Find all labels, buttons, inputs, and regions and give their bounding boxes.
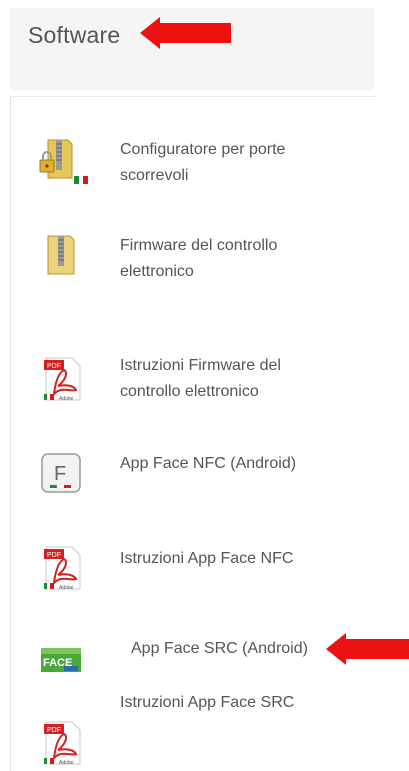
svg-text:PDF: PDF <box>47 363 61 370</box>
face-app-icon: F <box>41 453 81 493</box>
zip-folder-icon <box>47 235 75 275</box>
item-label: Istruzioni App Face NFC <box>120 550 294 567</box>
svg-text:PDF: PDF <box>47 552 61 559</box>
svg-text:Adobe: Adobe <box>59 585 74 591</box>
software-header: Software <box>10 8 374 90</box>
item-label: App Face NFC (Android) <box>120 455 297 472</box>
item-label: controllo elettronico <box>120 383 259 400</box>
locked-folder-icon <box>39 139 73 179</box>
svg-text:F: F <box>54 463 66 485</box>
item-label: Firmware del controllo <box>120 237 278 254</box>
page-title: Software <box>28 22 121 48</box>
item-label: Configuratore per porte <box>120 141 286 158</box>
pdf-icon: PDF Adobe <box>44 546 81 591</box>
pdf-icon: PDF Adobe <box>44 357 81 402</box>
svg-text:Adobe: Adobe <box>59 760 74 766</box>
svg-text:PDF: PDF <box>47 727 61 734</box>
italian-flag-icon <box>74 176 89 184</box>
pdf-icon: PDF Adobe <box>44 721 81 766</box>
item-label: Istruzioni App Face SRC <box>120 694 295 711</box>
item-label: App Face SRC (Android) <box>131 640 308 657</box>
item-label: elettronico <box>120 263 194 280</box>
item-label: Istruzioni Firmware del <box>120 357 281 374</box>
item-label: scorrevoli <box>120 167 189 184</box>
svg-text:Adobe: Adobe <box>59 396 74 402</box>
face-src-app-icon: FACE <box>41 648 81 672</box>
